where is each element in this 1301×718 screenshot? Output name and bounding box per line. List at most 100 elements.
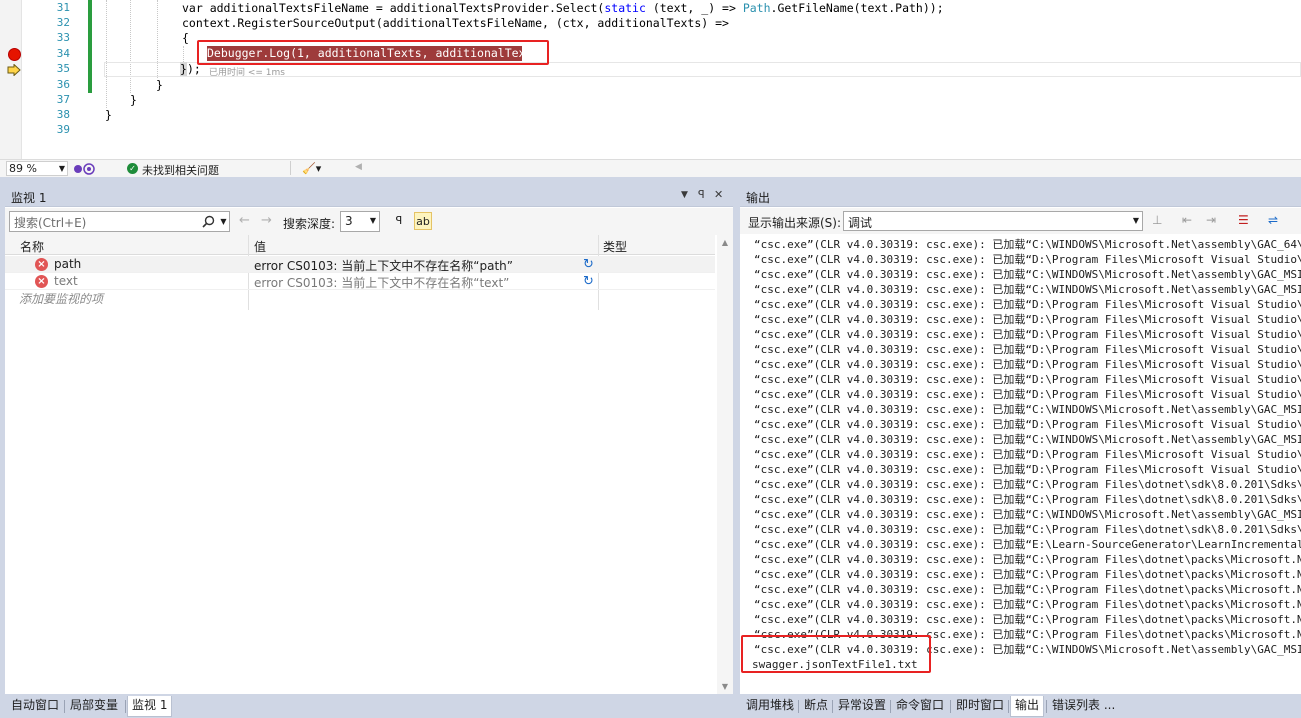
tab-tabs-left-2[interactable]: 监视 1 (127, 696, 173, 717)
code-line-35[interactable]: }); (180, 62, 201, 77)
output-line: “csc.exe”(CLR v4.0.30319: csc.exe): 已加载“… (754, 568, 1301, 581)
line-number: 39 (56, 123, 70, 136)
watch-value-cell[interactable]: error CS0103: 当前上下文中不存在名称“path” (254, 257, 513, 274)
column-header-name[interactable]: 名称 (20, 238, 44, 255)
watch-name-cell[interactable]: text (54, 274, 78, 288)
elapsed-time-hint: 已用时间 <= 1ms (209, 68, 285, 78)
execution-pointer-icon (7, 64, 21, 76)
watch-name-cell[interactable]: path (54, 257, 81, 271)
chevron-down-icon: ▼ (58, 164, 65, 173)
pin-watch-icon[interactable]: ꟼ (390, 212, 408, 230)
close-icon[interactable]: ✕ (714, 188, 723, 201)
code-token: var additionalTextsFileName = additional… (182, 1, 605, 15)
output-title: 输出 (746, 191, 771, 205)
tab-separator (1046, 700, 1047, 713)
change-tracking-bar (88, 0, 92, 93)
output-line: “csc.exe”(CLR v4.0.30319: csc.exe): 已加载“… (754, 493, 1301, 506)
tab-tabs-right-5[interactable]: 输出 (1010, 696, 1045, 717)
tab-tabs-left-1[interactable]: 局部变量 (66, 696, 122, 717)
line-number: 33 (56, 31, 70, 44)
output-line: “csc.exe”(CLR v4.0.30319: csc.exe): 已加载“… (754, 388, 1301, 401)
code-line-32[interactable]: context.RegisterSourceOutput(additionalT… (182, 16, 729, 31)
search-depth-value: 3 (345, 214, 353, 228)
output-line: “csc.exe”(CLR v4.0.30319: csc.exe): 已加载“… (754, 358, 1301, 371)
next-message-icon[interactable]: ⇥ (1206, 213, 1216, 227)
left-tab-bar: 自动窗口 局部变量 监视 1 (5, 696, 733, 718)
scroll-left-icon[interactable]: ◀ (355, 162, 362, 172)
table-row[interactable]: × text error CS0103: 当前上下文中不存在名称“text” ↻ (5, 273, 715, 290)
output-line: “csc.exe”(CLR v4.0.30319: csc.exe): 已加载“… (754, 553, 1301, 566)
status-divider (290, 161, 291, 175)
hex-display-toggle-icon[interactable]: ab (414, 212, 432, 230)
watch-value-cell[interactable]: error CS0103: 当前上下文中不存在名称“text” (254, 274, 509, 291)
code-token: .GetFileName(text.Path)); (770, 1, 944, 15)
output-line: “csc.exe”(CLR v4.0.30319: csc.exe): 已加载“… (754, 373, 1301, 386)
line-number: 36 (56, 78, 70, 91)
search-depth-label: 搜索深度: (283, 217, 336, 231)
scroll-up-icon[interactable]: ▲ (717, 238, 733, 247)
column-header-type[interactable]: 类型 (603, 238, 627, 255)
add-watch-item[interactable]: 添加要监视的项 (19, 290, 103, 307)
tab-tabs-right-3[interactable]: 命令窗口 (892, 696, 948, 717)
tab-tabs-right-2[interactable]: 异常设置 (834, 696, 890, 717)
glyph-margin[interactable] (0, 0, 22, 159)
output-line: “csc.exe”(CLR v4.0.30319: csc.exe): 已加载“… (754, 538, 1301, 551)
code-editor[interactable]: 31 32 33 34 35 36 37 38 39 var additiona… (0, 0, 1301, 159)
refresh-icon[interactable]: ↻ (583, 257, 594, 272)
error-icon: × (35, 275, 48, 288)
code-line-36[interactable]: } (156, 78, 163, 93)
word-wrap-icon[interactable]: ⇌ (1268, 213, 1278, 227)
search-next-icon[interactable]: → (261, 213, 272, 228)
search-depth-select[interactable]: 3 ▼ (340, 211, 380, 232)
chevron-down-icon: ▼ (220, 217, 227, 226)
tab-tabs-left-0[interactable]: 自动窗口 (7, 696, 63, 717)
code-line-38[interactable]: } (105, 108, 112, 123)
watch-scrollbar[interactable]: ▲ ▼ (717, 235, 733, 694)
output-source-select[interactable]: 调试 ▼ (843, 211, 1143, 231)
output-title-bar[interactable]: 输出 (740, 186, 1301, 207)
search-icon[interactable] (202, 215, 215, 228)
refresh-icon[interactable]: ↻ (583, 274, 594, 289)
previous-message-icon[interactable]: ⇤ (1182, 213, 1192, 227)
output-text-area[interactable]: “csc.exe”(CLR v4.0.30319: csc.exe): 已加载“… (740, 234, 1301, 694)
output-line: “csc.exe”(CLR v4.0.30319: csc.exe): 已加载“… (754, 418, 1301, 431)
output-left-margin (740, 234, 750, 694)
tab-tabs-right-6[interactable]: 错误列表 ... (1048, 696, 1119, 717)
zoom-value: 89 % (9, 162, 37, 175)
output-line: “csc.exe”(CLR v4.0.30319: csc.exe): 已加载“… (754, 448, 1301, 461)
indent-guide (130, 0, 131, 93)
tab-tabs-right-0[interactable]: 调用堆栈 (742, 696, 798, 717)
code-line-33[interactable]: { (182, 31, 189, 46)
tab-tabs-right-1[interactable]: 断点 (800, 696, 832, 717)
code-line-37[interactable]: } (130, 93, 137, 108)
tab-separator (1008, 700, 1009, 713)
code-brace: } (180, 62, 187, 76)
code-line-31[interactable]: var additionalTextsFileName = additional… (182, 1, 944, 16)
tab-separator (798, 700, 799, 713)
output-line: “csc.exe”(CLR v4.0.30319: csc.exe): 已加载“… (754, 508, 1301, 521)
table-row[interactable]: × path error CS0103: 当前上下文中不存在名称“path” ↻ (5, 256, 715, 273)
copilot-icon[interactable] (72, 162, 98, 176)
line-number: 37 (56, 93, 70, 106)
output-line: “csc.exe”(CLR v4.0.30319: csc.exe): 已加载“… (754, 298, 1301, 311)
zoom-select[interactable]: 89 % ▼ (6, 161, 68, 176)
scroll-down-icon[interactable]: ▼ (717, 682, 733, 691)
cleanup-brush-icon[interactable]: 🧹▾ (302, 162, 321, 175)
breakpoint-icon[interactable] (8, 48, 21, 61)
search-options-dropdown[interactable]: ▼ (218, 211, 230, 232)
tab-tabs-right-4[interactable]: 即时窗口 (952, 696, 1008, 717)
watch-toolbar: 搜索(Ctrl+E) ▼ ← → 搜索深度: 3 ▼ ꟼ ab (5, 208, 733, 235)
issues-status[interactable]: 未找到相关问题 (142, 162, 219, 178)
output-line: “csc.exe”(CLR v4.0.30319: csc.exe): 已加载“… (754, 253, 1301, 266)
find-message-icon[interactable]: ⊥ (1152, 213, 1162, 227)
code-token: (text, _) => (645, 1, 743, 15)
pin-icon[interactable]: ꟼ (698, 188, 705, 201)
search-previous-icon[interactable]: ← (239, 213, 250, 228)
chevron-down-icon[interactable]: ▼ (681, 190, 688, 200)
watch-search-input[interactable]: 搜索(Ctrl+E) (9, 211, 229, 232)
clear-all-icon[interactable]: ☰ (1238, 213, 1249, 227)
watch-title-bar[interactable]: 监视 1 ▼ ꟼ ✕ (5, 186, 733, 207)
column-header-value[interactable]: 值 (254, 238, 266, 255)
editor-status-bar: 89 % ▼ ✓ 未找到相关问题 🧹▾ ◀ (0, 159, 1301, 177)
code-keyword: static (604, 1, 646, 15)
